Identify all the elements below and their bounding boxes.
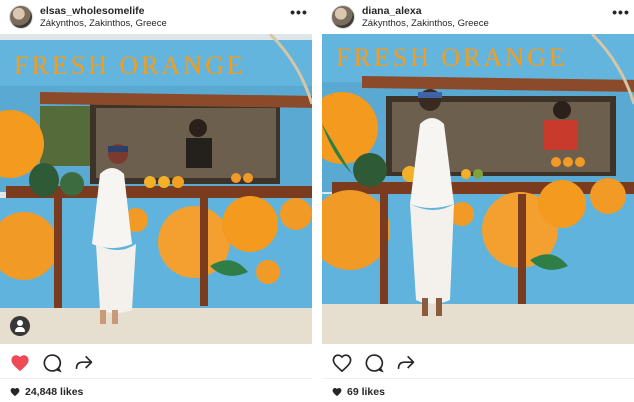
juice-stand-photo: FRESH ORANGE — [322, 34, 634, 344]
post-photo[interactable]: FRESH ORANGE — [322, 34, 634, 344]
comment-button[interactable] — [41, 352, 63, 374]
avatar[interactable] — [331, 5, 355, 29]
location[interactable]: Zákynthos, Zakinthos, Greece — [40, 18, 167, 29]
location[interactable]: Zákynthos, Zakinthos, Greece — [362, 18, 489, 29]
like-button[interactable] — [9, 352, 31, 374]
post-card: elsas_wholesomelife Zákynthos, Zakinthos… — [0, 0, 312, 402]
heart-icon — [332, 388, 342, 397]
action-bar — [0, 350, 312, 376]
share-icon — [397, 355, 415, 369]
heart-icon — [332, 354, 352, 372]
user-tag-icon[interactable] — [10, 316, 30, 336]
divider — [322, 378, 634, 379]
likes-text: 24,848 likes — [25, 386, 84, 398]
post-card: diana_alexa Zákynthos, Zakinthos, Greece… — [322, 0, 634, 402]
likes-count[interactable]: 24,848 likes — [10, 386, 83, 398]
action-bar — [322, 350, 634, 376]
avatar[interactable] — [9, 5, 33, 29]
share-button[interactable] — [395, 352, 417, 374]
like-button[interactable] — [331, 352, 353, 374]
juice-stand-photo: FRESH ORANGE — [0, 34, 312, 344]
likes-text: 69 likes — [347, 386, 385, 398]
username[interactable]: elsas_wholesomelife — [40, 5, 144, 17]
post-photo[interactable]: FRESH ORANGE — [0, 34, 312, 344]
share-button[interactable] — [73, 352, 95, 374]
more-options-icon[interactable]: ••• — [612, 5, 630, 24]
post-header: diana_alexa Zákynthos, Zakinthos, Greece… — [322, 0, 634, 34]
sign-text: FRESH ORANGE — [14, 51, 246, 80]
more-options-icon[interactable]: ••• — [290, 5, 308, 24]
share-icon — [75, 355, 93, 369]
likes-count[interactable]: 69 likes — [332, 386, 385, 398]
heart-icon — [11, 355, 29, 372]
heart-icon — [10, 388, 20, 397]
post-header: elsas_wholesomelife Zákynthos, Zakinthos… — [0, 0, 312, 34]
comment-icon — [365, 354, 384, 373]
username[interactable]: diana_alexa — [362, 5, 422, 17]
comment-icon — [43, 354, 62, 373]
sign-text: FRESH ORANGE — [336, 43, 568, 72]
divider — [0, 378, 312, 379]
comment-button[interactable] — [363, 352, 385, 374]
